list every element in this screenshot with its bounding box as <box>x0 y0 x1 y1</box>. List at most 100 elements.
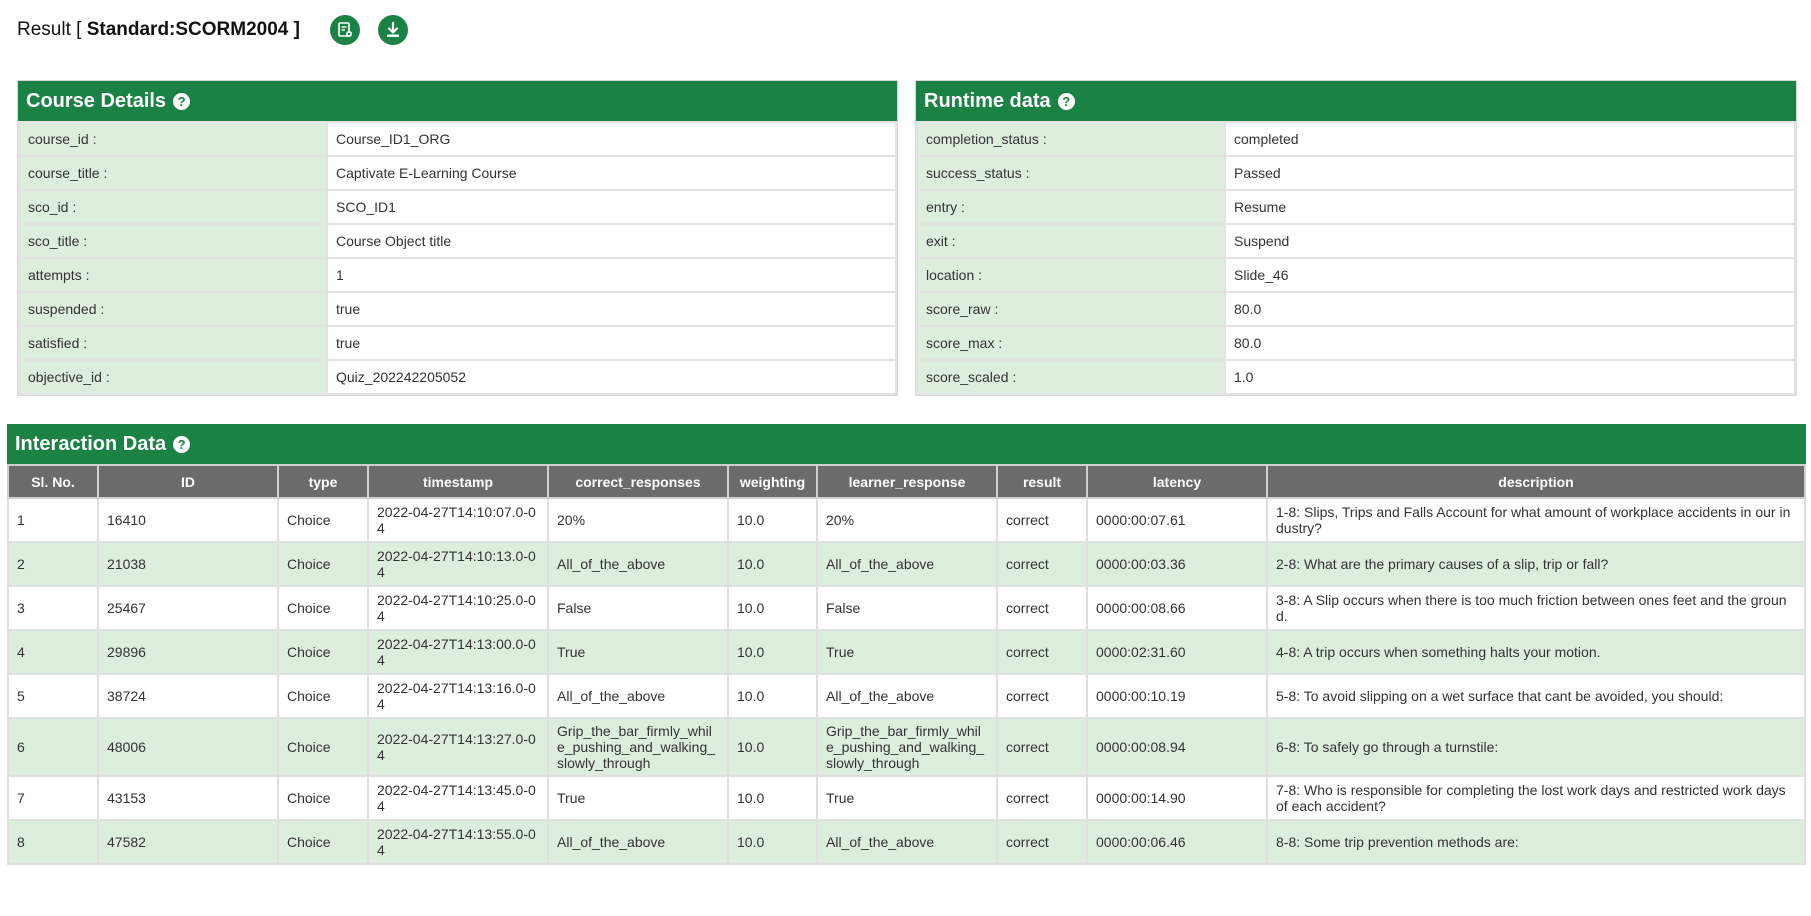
kv-row: location : Slide_46 <box>916 257 1796 293</box>
table-cell: 7 <box>7 775 99 821</box>
table-cell: 1-8: Slips, Trips and Falls Account for … <box>1266 497 1806 543</box>
top-bar: Result [ Standard:SCORM2004 ] <box>17 10 408 50</box>
table-cell: 0000:00:07.61 <box>1086 497 1268 543</box>
kv-key: attempts : <box>18 257 328 293</box>
table-cell: 47582 <box>97 819 279 865</box>
table-cell: 8-8: Some trip prevention methods are: <box>1266 819 1806 865</box>
kv-key: entry : <box>916 189 1226 225</box>
runtime-data-header: Runtime data ? <box>916 81 1796 121</box>
table-row: 6 48006 Choice 2022-04-27T14:13:27.0-04 Grip… <box>7 717 1806 777</box>
help-icon[interactable]: ? <box>173 435 191 453</box>
table-cell: 4 <box>7 629 99 675</box>
table-cell: correct <box>996 819 1088 865</box>
kv-key: course_id : <box>18 121 328 157</box>
help-icon[interactable]: ? <box>1057 92 1075 110</box>
table-cell: 2022-04-27T14:10:13.0-04 <box>367 541 549 587</box>
kv-value: Captivate E-Learning Course <box>326 155 897 191</box>
interaction-data-title: Interaction Data <box>15 432 167 455</box>
column-header: Sl. No. <box>7 464 99 499</box>
table-cell: 1 <box>7 497 99 543</box>
interaction-data-header: Interaction Data ? <box>7 424 1806 464</box>
table-cell: 2022-04-27T14:10:25.0-04 <box>367 585 549 631</box>
table-cell: Choice <box>277 629 369 675</box>
column-header: ID <box>97 464 279 499</box>
table-cell: correct <box>996 497 1088 543</box>
table-cell: 0000:00:08.66 <box>1086 585 1268 631</box>
course-details-table: course_id : Course_ID1_ORG course_title :C… <box>18 121 897 395</box>
table-cell: correct <box>996 629 1088 675</box>
table-cell: 20% <box>816 497 998 543</box>
table-cell: 38724 <box>97 673 279 719</box>
table-cell: 2 <box>7 541 99 587</box>
table-row: 4 29896 Choice 2022-04-27T14:13:00.0-04 True… <box>7 629 1806 675</box>
table-cell: 2022-04-27T14:13:45.0-04 <box>367 775 549 821</box>
download-button[interactable] <box>377 15 408 45</box>
table-cell: 16410 <box>97 497 279 543</box>
kv-row: score_raw :80.0 <box>916 291 1796 327</box>
table-cell: Choice <box>277 497 369 543</box>
table-cell: 20% <box>547 497 729 543</box>
kv-key: success_status : <box>916 155 1226 191</box>
help-icon[interactable]: ? <box>173 92 191 110</box>
table-cell: 6 <box>7 717 99 777</box>
page-title: Result [ Standard:SCORM2004 ] <box>17 19 300 41</box>
table-cell: correct <box>996 673 1088 719</box>
table-cell: 0000:02:31.60 <box>1086 629 1268 675</box>
table-cell: True <box>547 629 729 675</box>
kv-key: score_max : <box>916 325 1226 361</box>
kv-row: suspended : true <box>18 291 897 327</box>
table-cell: True <box>547 775 729 821</box>
table-cell: correct <box>996 775 1088 821</box>
table-cell: 10.0 <box>727 497 818 543</box>
table-cell: 0000:00:06.46 <box>1086 819 1268 865</box>
table-cell: 2-8: What are the primary causes of a sl… <box>1266 541 1806 587</box>
course-details-header: Course Details ? <box>18 81 897 121</box>
kv-value: Course Object title <box>326 223 897 259</box>
table-cell: True <box>816 775 998 821</box>
table-cell: 21038 <box>97 541 279 587</box>
table-cell: 2022-04-27T14:13:16.0-04 <box>367 673 549 719</box>
column-header: timestamp <box>367 464 549 499</box>
download-icon <box>386 21 399 37</box>
table-cell: Choice <box>277 717 369 777</box>
table-cell: 5-8: To avoid slipping on a wet surface … <box>1266 673 1806 719</box>
table-cell: correct <box>996 585 1088 631</box>
kv-value: 1 <box>326 257 897 293</box>
kv-value: true <box>326 325 897 361</box>
table-cell: 3 <box>7 585 99 631</box>
table-cell: 10.0 <box>727 541 818 587</box>
kv-key: satisfied : <box>18 325 328 361</box>
title-suffix: ] <box>288 19 300 40</box>
table-cell: correct <box>996 541 1088 587</box>
table-cell: False <box>816 585 998 631</box>
table-row: 3 25467 Choice 2022-04-27T14:10:25.0-04 Fals… <box>7 585 1806 631</box>
interaction-data-panel: Interaction Data ? Sl. No. ID type timestam… <box>7 424 1806 865</box>
kv-key: score_scaled : <box>916 359 1226 395</box>
kv-value: 80.0 <box>1224 325 1796 361</box>
table-row: 7 43153 Choice 2022-04-27T14:13:45.0-04 True… <box>7 775 1806 821</box>
kv-value: completed <box>1224 121 1796 157</box>
kv-key: completion_status : <box>916 121 1226 157</box>
column-header: description <box>1266 464 1806 499</box>
table-cell: 0000:00:03.36 <box>1086 541 1268 587</box>
kv-key: sco_title : <box>18 223 328 259</box>
kv-value: SCO_ID1 <box>326 189 897 225</box>
table-cell: All_of_the_above <box>816 541 998 587</box>
report-button[interactable] <box>329 15 360 45</box>
kv-row: entry : Resume <box>916 189 1796 225</box>
table-cell: 2022-04-27T14:13:27.0-04 <box>367 717 549 777</box>
report-icon <box>338 22 352 37</box>
kv-row: completion_status : completed <box>916 121 1796 157</box>
kv-value: Suspend <box>1224 223 1796 259</box>
table-cell: Choice <box>277 673 369 719</box>
table-cell: 8 <box>7 819 99 865</box>
title-standard: Standard:SCORM2004 <box>86 19 289 40</box>
kv-row: score_max :80.0 <box>916 325 1796 361</box>
kv-row: score_scaled :1.0 <box>916 359 1796 395</box>
kv-key: exit : <box>916 223 1226 259</box>
table-cell: All_of_the_above <box>547 673 729 719</box>
table-header-row: Sl. No. ID type timestamp correct_responses w… <box>7 464 1806 499</box>
kv-key: suspended : <box>18 291 328 327</box>
table-cell: 10.0 <box>727 585 818 631</box>
kv-value: 1.0 <box>1224 359 1796 395</box>
